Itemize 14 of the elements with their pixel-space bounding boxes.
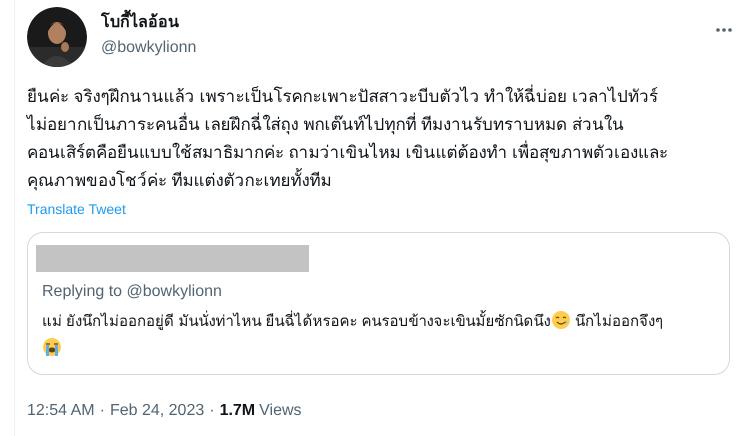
tweet-date[interactable]: Feb 24, 2023 bbox=[110, 399, 204, 423]
smiling-face-with-tear-icon bbox=[550, 310, 571, 330]
loudly-crying-face-icon bbox=[42, 337, 62, 357]
author-handle[interactable]: @bowkylionn bbox=[101, 37, 196, 59]
separator-dot: · bbox=[209, 401, 215, 421]
tweet-time[interactable]: 12:54 AM bbox=[27, 399, 95, 423]
separator-dot: · bbox=[100, 401, 105, 421]
quoted-tweet-text: แม่ ยังนึกไม่ออกอยู่ดี มันนั่งท่าไหน ยืนฉี่ได้หรอคะ คนรอบข้างจะเขินมั้ยซักนิดนึง นึกไม่ออกจึงๆ bbox=[42, 308, 682, 362]
tweet-text: ยืนค่ะ จริงๆฝึกนานแล้ว เพราะเป็นโรคกะเพาะปัสสาวะบีบตัวไว ทำให้ฉี่บ่อย เวลาไปทัวร์ไม่อยากเป็นภาระคนอื่น เลยฝึกฉี่ใส่ถุง พกเต๊นท์ไปทุกที่ ทีมงานรับทราบหมด ส่วนในคอนเสิร์ตคือยืนแบบใช้สมาธิมากค่ะ ถามว่าเขินไหม เขินแต่ต้องทำ เพื่อสุขภาพตัวเองและคุณภาพของโชว์ค่ะ ทีมแต่งตัวกะเทยทั้งทีม bbox=[27, 83, 677, 195]
replying-to-text: Replying to @bowkylionn bbox=[42, 282, 223, 302]
quoted-tweet-card[interactable]: Replying to @bowkylionn แม่ ยังนึกไม่ออกอยู่ดี มันนั่งท่าไหน ยืนฉี่ได้หรอคะ คนรอบข้างจะเขินมั้ยซักนิดนึง นึกไม่ออกจึงๆ bbox=[27, 232, 730, 375]
more-options-icon[interactable] bbox=[715, 27, 733, 33]
views-label: Views bbox=[259, 401, 302, 421]
views-count: 1.7M bbox=[220, 401, 256, 421]
